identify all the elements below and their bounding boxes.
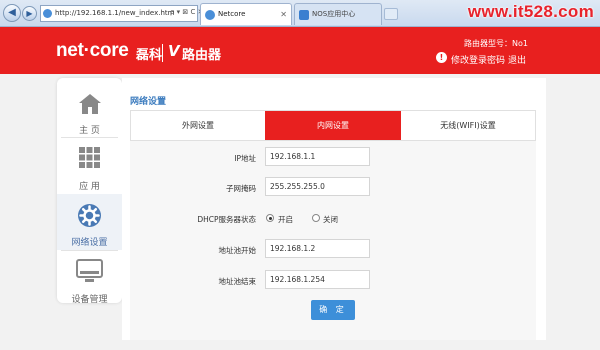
- sidebar-item-network[interactable]: 网络设置: [57, 194, 122, 250]
- ie-favicon-icon: [205, 10, 215, 20]
- ip-address-input[interactable]: [265, 147, 370, 166]
- pool-start-input[interactable]: [265, 239, 370, 258]
- logo-product-name: 路由器: [182, 48, 222, 63]
- netcore-logo: net·core: [56, 40, 129, 61]
- dhcp-on-label: 开启: [278, 215, 293, 224]
- pool-start-label: 地址池开始: [218, 246, 257, 255]
- alert-info-icon: !: [436, 52, 447, 63]
- address-tools-icons[interactable]: ρ ▾ ⊠ C ✕: [170, 8, 203, 16]
- dhcp-off-radio[interactable]: [312, 214, 320, 222]
- browser-toolbar: ◀ ▶ http://192.168.1.1/new_index.htm ρ ▾…: [0, 0, 600, 27]
- address-text: http://192.168.1.1/new_index.htm: [55, 9, 175, 17]
- forward-arrow-icon[interactable]: ▶: [22, 6, 37, 21]
- sidebar-item-label: 主 页: [79, 126, 100, 136]
- sidebar-item-label: 应 用: [79, 182, 100, 192]
- browser-tab-label: NOS应用中心: [312, 10, 356, 18]
- ip-address-label: IP地址: [234, 154, 256, 163]
- sidebar-item-home[interactable]: 主 页: [57, 82, 122, 138]
- network-settings-gear-icon: [78, 204, 101, 227]
- page-favicon-icon: [43, 9, 52, 18]
- subnet-mask-input[interactable]: [265, 177, 370, 196]
- new-tab-button[interactable]: [384, 8, 398, 20]
- sidebar-item-device[interactable]: 设备管理: [57, 251, 122, 307]
- settings-tabs: 外网设置 内网设置 无线(WIFI)设置: [130, 110, 536, 141]
- pool-end-label: 地址池结束: [218, 277, 257, 286]
- browser-tab-nos[interactable]: NOS应用中心: [294, 3, 382, 25]
- device-monitor-icon: [76, 259, 103, 282]
- browser-tab-label: Netcore: [218, 10, 246, 18]
- logout-link[interactable]: 退出: [508, 53, 526, 66]
- tab-wifi-settings[interactable]: 无线(WIFI)设置: [401, 111, 535, 140]
- apps-grid-icon: [79, 147, 100, 168]
- close-tab-icon[interactable]: ✕: [280, 4, 287, 25]
- logo-chinese: 磊科: [136, 48, 163, 63]
- page-title: 网络设置: [130, 97, 167, 107]
- dhcp-status-label: DHCP服务器状态: [197, 215, 256, 224]
- sidebar-item-label: 设备管理: [71, 295, 108, 305]
- pool-end-input[interactable]: [265, 270, 370, 289]
- logo-divider: [162, 44, 163, 62]
- confirm-button[interactable]: 确 定: [311, 300, 355, 320]
- sidebar: 主 页 应 用 网络设置 设备管理: [57, 78, 122, 305]
- dhcp-off-label: 关闭: [323, 215, 338, 224]
- change-password-link[interactable]: 修改登录密码: [451, 53, 505, 66]
- tab-lan-settings[interactable]: 内网设置: [265, 111, 401, 140]
- home-icon: [79, 94, 101, 114]
- back-arrow-icon[interactable]: ◀: [3, 4, 21, 22]
- tab-wan-settings[interactable]: 外网设置: [131, 111, 265, 140]
- nos-favicon-icon: [299, 10, 309, 20]
- subnet-mask-label: 子网掩码: [226, 184, 256, 193]
- dhcp-on-radio[interactable]: [266, 214, 274, 222]
- sidebar-item-apps[interactable]: 应 用: [57, 138, 122, 194]
- router-model: 路由器型号：No1: [464, 39, 528, 48]
- browser-tab-netcore[interactable]: Netcore ✕: [200, 3, 292, 25]
- router-logo-icon: V: [168, 42, 180, 60]
- sidebar-item-label: 网络设置: [71, 238, 108, 248]
- watermark: www.it528.com: [467, 2, 594, 21]
